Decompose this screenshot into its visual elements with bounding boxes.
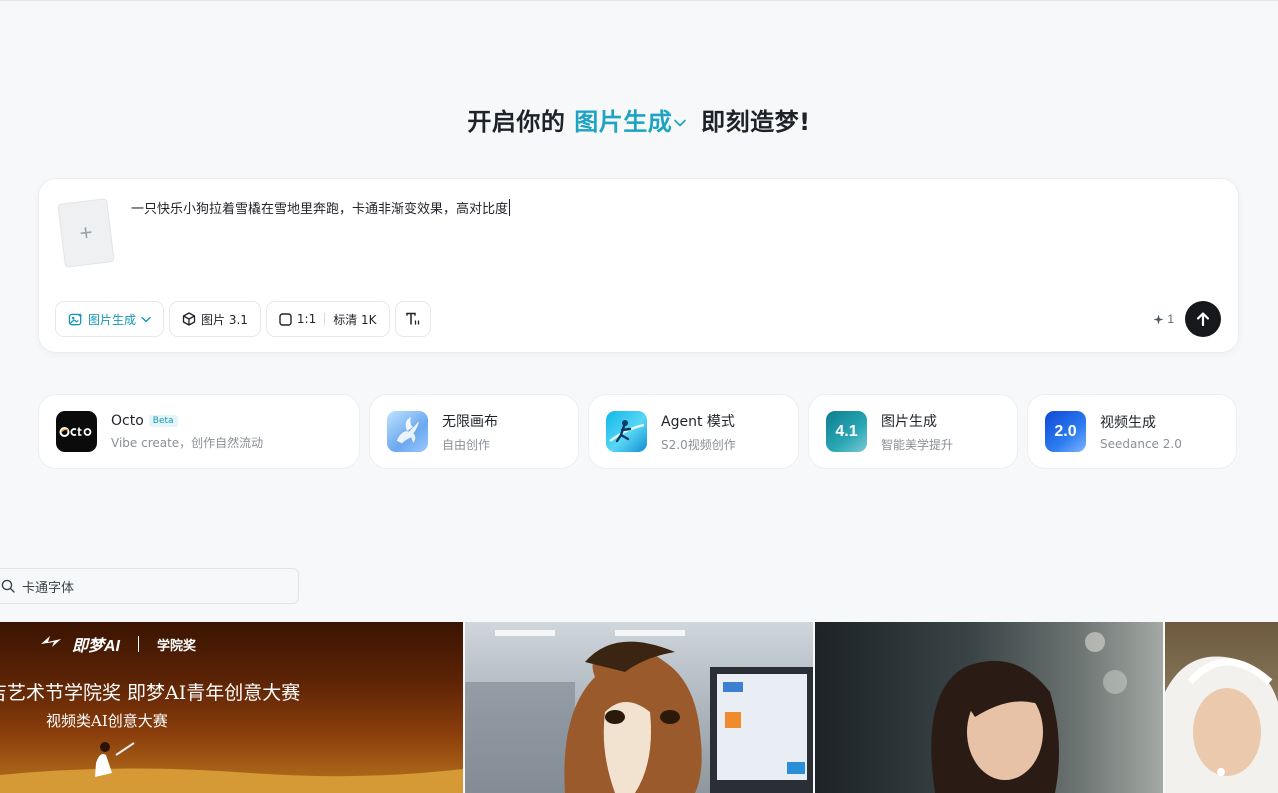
banner-field-illustration bbox=[0, 742, 463, 793]
feature-card-agent-mode[interactable]: Agent 模式 S2.0视频创作 bbox=[588, 394, 799, 469]
credit-count: 1 bbox=[1167, 312, 1174, 326]
banner-divider bbox=[138, 636, 140, 652]
square-ratio-icon bbox=[279, 312, 292, 326]
arrow-up-icon bbox=[1196, 312, 1210, 327]
feature-card-infinite-canvas[interactable]: 无限画布 自由创作 bbox=[369, 394, 579, 469]
chevron-down-icon bbox=[141, 316, 151, 322]
feature-subtitle: 自由创作 bbox=[442, 437, 491, 452]
feature-title: Octo Beta bbox=[111, 413, 263, 429]
image-gen-icon-text: 4.1 bbox=[835, 422, 858, 440]
feature-subtitle: S2.0视频创作 bbox=[661, 437, 736, 452]
search-value: 卡通字体 bbox=[22, 580, 75, 596]
ratio-label: 1:1 bbox=[296, 312, 317, 326]
gallery-item-horse-office[interactable] bbox=[465, 622, 813, 793]
banner-award: 学院奖 bbox=[157, 637, 197, 653]
feature-text: 视频生成 Seedance 2.0 bbox=[1100, 412, 1182, 451]
prompt-input[interactable]: 一只快乐小狗拉着雪橇在雪地里奔跑，卡通非渐变效果，高对比度 bbox=[131, 198, 511, 217]
generation-toolbar: 图片生成 图片 3.1 1:1 标清 1K bbox=[55, 301, 431, 337]
gallery-item-bride[interactable] bbox=[1165, 622, 1278, 793]
reference-image-upload[interactable]: + bbox=[57, 198, 115, 268]
feature-title: 视频生成 bbox=[1100, 415, 1156, 431]
agent-icon bbox=[606, 411, 647, 452]
text-size-icon bbox=[405, 312, 419, 325]
hero-suffix: 即刻造梦! bbox=[701, 108, 811, 136]
banner-line1: 吉艺术节学院奖 即梦AI青年创意大赛 bbox=[0, 682, 301, 704]
feature-text: 图片生成 智能美学提升 bbox=[881, 411, 953, 453]
model-select-label: 图片 3.1 bbox=[201, 312, 248, 327]
ratio-quality-button[interactable]: 1:1 标清 1K bbox=[265, 301, 390, 337]
feature-subtitle: 智能美学提升 bbox=[881, 437, 954, 452]
chevron-down-icon bbox=[674, 119, 687, 127]
gallery-item-portrait[interactable] bbox=[815, 622, 1163, 793]
feature-card-octo[interactable]: Octo Beta Vibe create，创作自然流动 bbox=[38, 394, 360, 469]
image-sparkle-icon bbox=[68, 312, 83, 325]
video-gen-icon: 2.0 bbox=[1045, 411, 1086, 452]
mode-select-button[interactable]: 图片生成 bbox=[55, 301, 165, 337]
hero-title: 开启你的 图片生成 即刻造梦! bbox=[0, 102, 1278, 137]
pegasus-illustration bbox=[395, 417, 421, 445]
plus-icon: + bbox=[78, 219, 94, 246]
model-select-button[interactable]: 图片 3.1 bbox=[169, 301, 261, 337]
skier-illustration bbox=[609, 420, 645, 443]
feature-subtitle: Seedance 2.0 bbox=[1100, 437, 1182, 451]
feature-title: Agent 模式 bbox=[661, 413, 735, 430]
search-icon bbox=[1, 579, 15, 593]
feature-title-text: Octo bbox=[111, 412, 144, 429]
beta-badge: Beta bbox=[148, 414, 178, 427]
search-input[interactable]: 卡通字体 bbox=[0, 568, 299, 604]
quality-label: 标清 1K bbox=[333, 312, 377, 327]
octo-logo bbox=[56, 411, 97, 452]
image-gen-icon: 4.1 bbox=[826, 411, 867, 452]
divider bbox=[324, 313, 326, 325]
prompt-card: + 一只快乐小狗拉着雪橇在雪地里奔跑，卡通非渐变效果，高对比度 图片生成 图片 … bbox=[38, 178, 1239, 353]
feature-text: Octo Beta Vibe create，创作自然流动 bbox=[111, 413, 263, 451]
generate-button[interactable] bbox=[1185, 301, 1221, 337]
portrait-illustration bbox=[931, 632, 1127, 793]
video-gen-icon-text: 2.0 bbox=[1054, 422, 1077, 440]
text-caret bbox=[509, 199, 511, 216]
text-style-button[interactable] bbox=[394, 301, 431, 337]
banner-line2: 视频类AI创意大赛 bbox=[46, 712, 168, 730]
bride-illustration bbox=[1165, 656, 1278, 793]
octo-logo-mark bbox=[59, 426, 91, 437]
mode-select-label: 图片生成 bbox=[88, 312, 137, 327]
feature-text: 无限画布 自由创作 bbox=[442, 411, 498, 453]
gallery-item-banner[interactable]: 即梦AI 学院奖 吉艺术节学院奖 即梦AI青年创意大赛 视频类AI创意大赛 bbox=[0, 622, 463, 793]
feature-card-image-generation[interactable]: 4.1 图片生成 智能美学提升 bbox=[808, 394, 1018, 469]
sparkle-icon bbox=[1153, 313, 1164, 325]
hero-prefix: 开启你的 bbox=[467, 108, 566, 136]
banner-logo: 即梦AI 学院奖 bbox=[40, 632, 196, 656]
top-divider bbox=[0, 0, 1278, 1]
feature-text: Agent 模式 S2.0视频创作 bbox=[661, 411, 736, 453]
feature-title: 图片生成 bbox=[881, 413, 937, 430]
mode-switcher[interactable]: 图片生成 bbox=[574, 108, 701, 136]
credit-cost: 1 bbox=[1153, 312, 1174, 326]
cube-icon bbox=[182, 312, 196, 326]
feature-title: 无限画布 bbox=[442, 413, 498, 430]
feature-subtitle: Vibe create，创作自然流动 bbox=[111, 435, 264, 450]
feature-card-video-generation[interactable]: 2.0 视频生成 Seedance 2.0 bbox=[1027, 394, 1237, 469]
prompt-text: 一只快乐小狗拉着雪橇在雪地里奔跑，卡通非渐变效果，高对比度 bbox=[131, 202, 509, 217]
pegasus-icon bbox=[387, 411, 428, 452]
mode-switcher-label: 图片生成 bbox=[574, 108, 673, 136]
banner-brand: 即梦AI bbox=[72, 638, 121, 655]
jimeng-logo-icon bbox=[41, 636, 61, 647]
horse-office-illustration bbox=[465, 630, 813, 793]
